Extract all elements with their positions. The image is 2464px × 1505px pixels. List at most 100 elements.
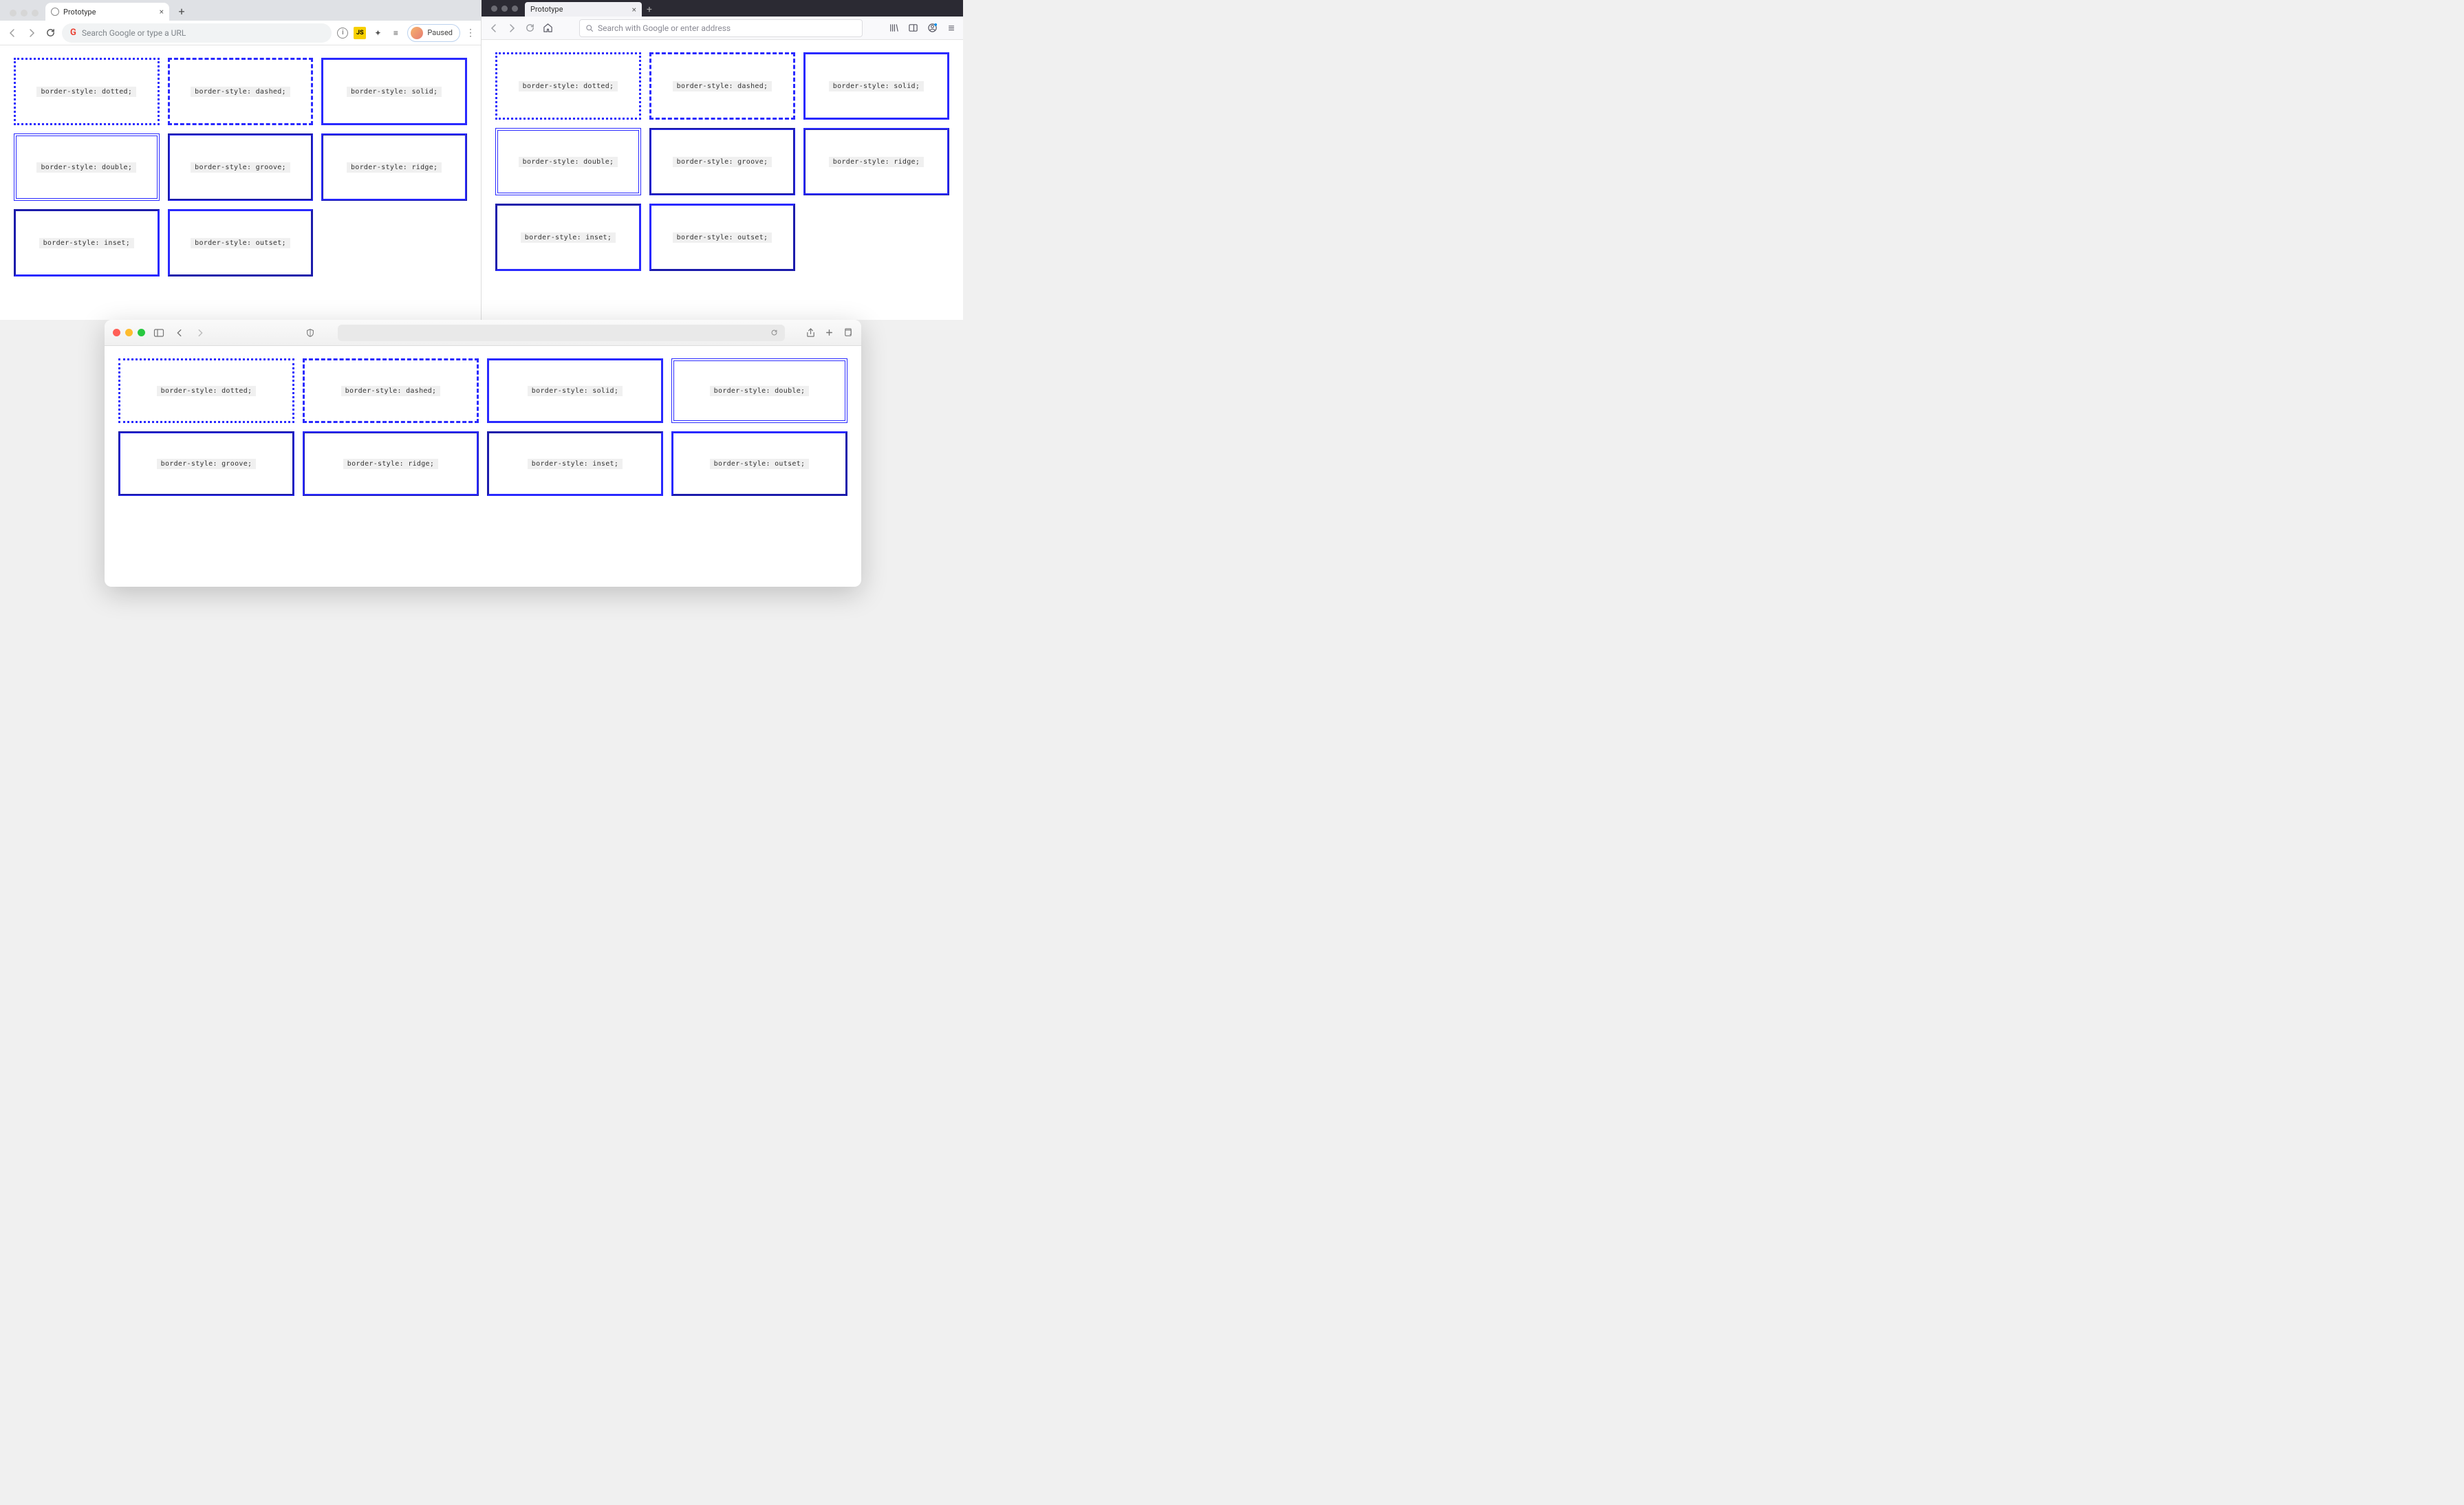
code-label: border-style: dashed; <box>341 386 441 396</box>
info-icon[interactable]: i <box>337 28 348 39</box>
chrome-omnibox[interactable]: G Search Google or type a URL <box>62 23 332 43</box>
reload-button[interactable] <box>44 27 56 39</box>
demo-box-double: border-style: double; <box>14 133 160 201</box>
safari-urlbar[interactable] <box>338 325 785 341</box>
forward-button[interactable] <box>25 26 39 40</box>
back-button[interactable] <box>6 26 19 40</box>
hamburger-menu-icon[interactable]: ≡ <box>945 22 958 34</box>
globe-icon <box>51 8 59 16</box>
chrome-browser-window: Prototype × + G Search Google or type a … <box>0 0 482 320</box>
demo-box-ridge: border-style: ridge; <box>803 128 949 195</box>
demo-box-inset: border-style: inset; <box>14 209 160 277</box>
demo-box-dotted: border-style: dotted; <box>495 52 641 120</box>
code-label: border-style: dashed; <box>673 81 772 91</box>
code-label: border-style: groove; <box>157 459 257 469</box>
new-tab-button[interactable]: + <box>173 3 190 19</box>
google-g-icon: G <box>70 28 76 38</box>
new-tab-icon[interactable] <box>824 327 834 338</box>
code-label: border-style: inset; <box>39 238 134 248</box>
safari-toolbar <box>105 320 861 346</box>
code-label: border-style: groove; <box>191 162 290 173</box>
demo-box-solid: border-style: solid; <box>803 52 949 120</box>
demo-box-groove: border-style: groove; <box>118 431 294 496</box>
code-label: border-style: solid; <box>829 81 924 91</box>
close-tab-icon[interactable]: × <box>632 5 636 14</box>
profile-label: Paused <box>427 28 453 37</box>
code-label: border-style: outset; <box>673 232 772 243</box>
code-label: border-style: solid; <box>347 87 442 97</box>
tabs-overview-icon[interactable] <box>843 327 853 338</box>
chrome-page-content: border-style: dotted; border-style: dash… <box>0 45 481 289</box>
back-button[interactable] <box>487 21 501 35</box>
code-label: border-style: ridge; <box>347 162 442 173</box>
code-label: border-style: dotted; <box>36 87 136 97</box>
js-extension-icon[interactable]: JS <box>354 27 366 39</box>
close-tab-icon[interactable]: × <box>160 7 164 17</box>
code-label: border-style: ridge; <box>343 459 438 469</box>
library-icon[interactable] <box>887 22 900 34</box>
profile-chip[interactable]: Paused <box>407 24 460 42</box>
demo-box-inset: border-style: inset; <box>495 204 641 271</box>
safari-page-content: border-style: dotted; border-style: dash… <box>105 346 861 508</box>
forward-button[interactable] <box>193 326 207 340</box>
window-minimize-dot[interactable] <box>501 6 508 12</box>
shield-icon[interactable] <box>303 326 317 340</box>
window-minimize-dot[interactable] <box>21 10 28 17</box>
code-label: border-style: inset; <box>521 232 616 243</box>
home-button[interactable] <box>541 21 554 35</box>
sidebar-toggle-icon[interactable] <box>152 326 166 340</box>
code-label: border-style: double; <box>519 157 618 167</box>
tab-title: Prototype <box>63 8 96 17</box>
demo-box-solid: border-style: solid; <box>321 58 467 125</box>
code-label: border-style: outset; <box>710 459 810 469</box>
chrome-tabbar: Prototype × + <box>0 0 481 21</box>
reload-button[interactable] <box>523 21 537 35</box>
forward-button[interactable] <box>505 21 519 35</box>
window-maximize-dot[interactable] <box>32 10 39 17</box>
demo-box-groove: border-style: groove; <box>168 133 314 201</box>
firefox-page-content: border-style: dotted; border-style: dash… <box>482 40 963 283</box>
extension-icons: i JS ✦ ≡ <box>337 27 402 39</box>
demo-box-dotted: border-style: dotted; <box>14 58 160 125</box>
demo-box-double: border-style: double; <box>671 358 847 423</box>
back-button[interactable] <box>173 326 186 340</box>
window-minimize-dot[interactable] <box>125 329 133 336</box>
avatar-icon <box>411 27 423 39</box>
safari-browser-window: border-style: dotted; border-style: dash… <box>105 320 861 587</box>
code-label: border-style: double; <box>36 162 136 173</box>
reading-list-icon[interactable]: ≡ <box>389 27 402 39</box>
border-demo-grid: border-style: dotted; border-style: dash… <box>118 358 847 496</box>
new-tab-button[interactable]: + <box>642 2 657 17</box>
account-icon[interactable] <box>926 22 938 34</box>
window-close-dot[interactable] <box>113 329 120 336</box>
reload-icon[interactable] <box>770 329 778 336</box>
demo-box-ridge: border-style: ridge; <box>303 431 479 496</box>
demo-box-outset: border-style: outset; <box>168 209 314 277</box>
window-maximize-dot[interactable] <box>512 6 518 12</box>
kebab-menu-icon[interactable]: ⋮ <box>466 28 475 39</box>
extensions-puzzle-icon[interactable]: ✦ <box>371 27 384 39</box>
window-close-dot[interactable] <box>10 10 17 17</box>
border-demo-grid: border-style: dotted; border-style: dash… <box>14 58 467 277</box>
code-label: border-style: dotted; <box>519 81 618 91</box>
demo-box-outset: border-style: outset; <box>671 431 847 496</box>
firefox-tab-active[interactable]: Prototype × <box>525 2 642 17</box>
window-close-dot[interactable] <box>491 6 497 12</box>
demo-box-dashed: border-style: dashed; <box>649 52 795 120</box>
border-demo-grid: border-style: dotted; border-style: dash… <box>495 52 949 271</box>
code-label: border-style: ridge; <box>829 157 924 167</box>
urlbar-placeholder: Search with Google or enter address <box>598 23 731 33</box>
share-icon[interactable] <box>806 327 816 338</box>
sidebar-icon[interactable] <box>907 22 919 34</box>
omnibox-placeholder: Search Google or type a URL <box>82 28 186 38</box>
tab-title: Prototype <box>530 5 563 14</box>
chrome-tab-active[interactable]: Prototype × <box>45 3 169 21</box>
firefox-tabbar: Prototype × + <box>482 0 963 17</box>
code-label: border-style: double; <box>710 386 810 396</box>
window-controls <box>6 4 45 21</box>
search-icon <box>585 24 594 32</box>
window-maximize-dot[interactable] <box>138 329 145 336</box>
demo-box-dashed: border-style: dashed; <box>303 358 479 423</box>
demo-box-groove: border-style: groove; <box>649 128 795 195</box>
firefox-urlbar[interactable]: Search with Google or enter address <box>579 19 863 37</box>
